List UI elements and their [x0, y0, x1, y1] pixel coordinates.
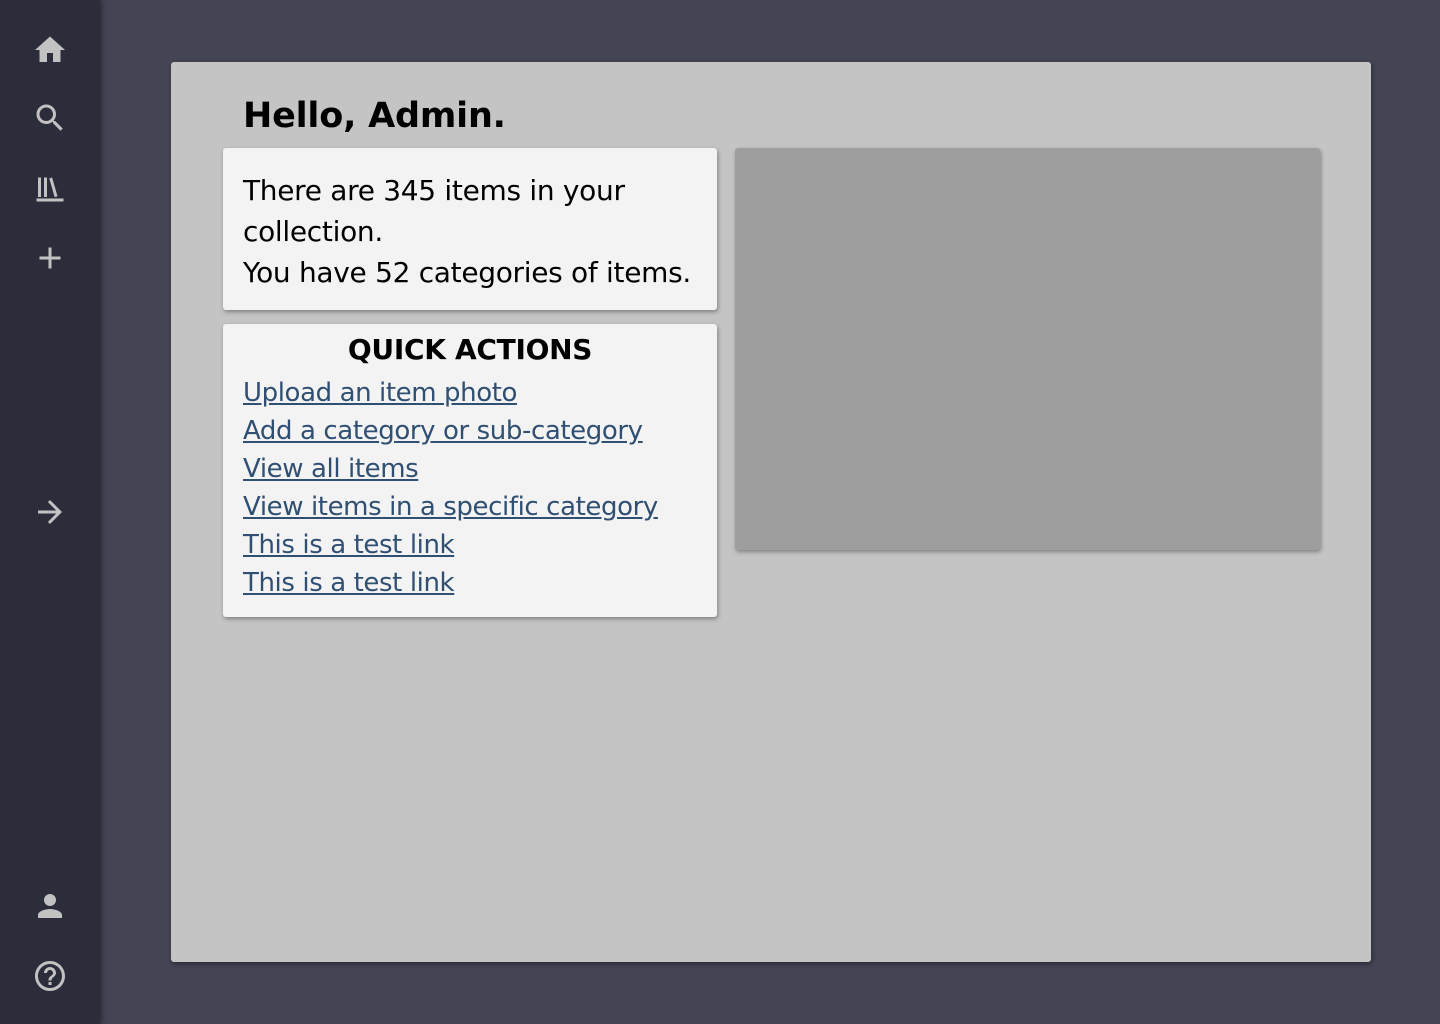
- arrow-right-icon: [38, 500, 62, 524]
- nav-help-button[interactable]: [25, 951, 75, 1001]
- item-count-text: There are 345 items in your collection.: [243, 174, 625, 248]
- library-icon: [36, 177, 64, 202]
- nav-home-button[interactable]: [25, 25, 75, 75]
- add-category-link[interactable]: Add a category or sub-category: [243, 412, 697, 450]
- view-all-items-link[interactable]: View all items: [243, 450, 697, 488]
- test-link-1[interactable]: This is a test link: [243, 526, 697, 564]
- nav-collection-button[interactable]: [25, 163, 75, 213]
- user-icon: [38, 894, 62, 918]
- stats-card: There are 345 items in your collection. …: [223, 148, 717, 310]
- main-panel: Hello, Admin. There are 345 items in you…: [171, 62, 1371, 962]
- sidebar: [0, 0, 100, 1024]
- image-placeholder: [735, 148, 1320, 550]
- upload-photo-link[interactable]: Upload an item photo: [243, 374, 697, 412]
- search-icon: [36, 104, 63, 131]
- page-title: Hello, Admin.: [243, 96, 506, 136]
- category-count-text: You have 52 categories of items.: [243, 256, 691, 289]
- nav-search-button[interactable]: [25, 93, 75, 143]
- nav-expand-button[interactable]: [25, 487, 75, 537]
- nav-account-button[interactable]: [25, 881, 75, 931]
- quick-actions-title: QUICK ACTIONS: [347, 333, 593, 366]
- test-link-2[interactable]: This is a test link: [243, 564, 697, 602]
- view-category-items-link[interactable]: View items in a specific category: [243, 488, 697, 526]
- home-icon: [35, 36, 65, 62]
- nav-add-button[interactable]: [25, 233, 75, 283]
- quick-actions-card: QUICK ACTIONS Upload an item photo Add a…: [223, 324, 717, 617]
- plus-icon: [39, 247, 61, 269]
- help-icon: [35, 961, 65, 991]
